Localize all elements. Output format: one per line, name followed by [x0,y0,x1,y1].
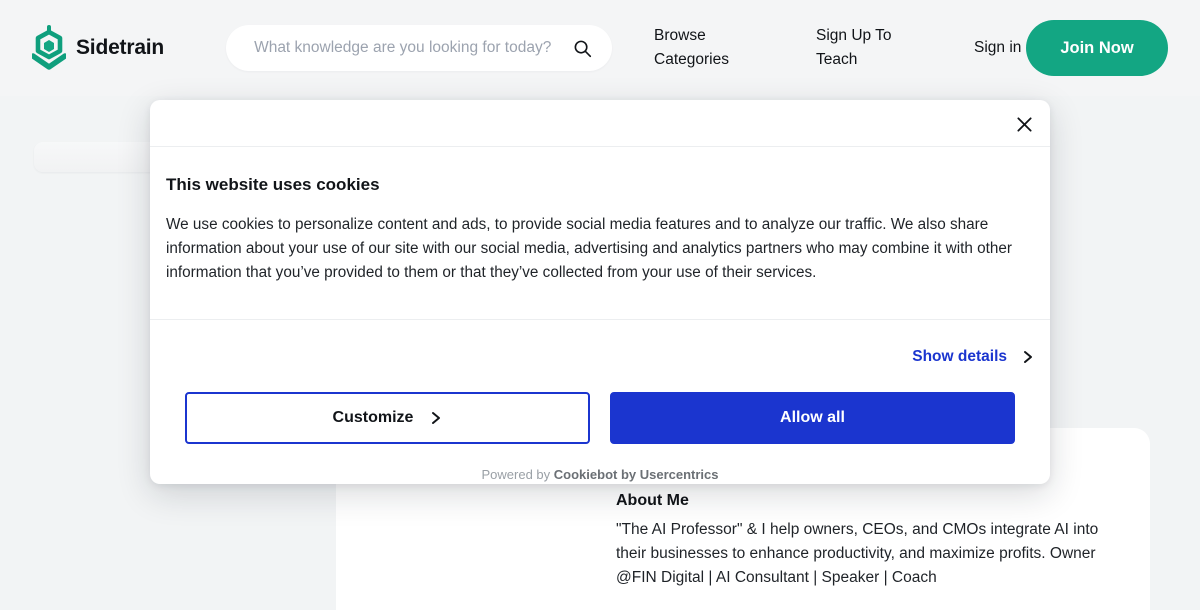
show-details-row: Show details [166,342,1034,372]
cookie-dialog-title: This website uses cookies [166,175,380,194]
cookie-dialog-description: We use cookies to personalize content an… [166,216,1012,281]
chevron-right-icon [432,412,441,424]
customize-label: Customize [332,409,414,426]
powered-by-brand: Cookiebot by Usercentrics [553,467,719,482]
chevron-right-icon [1024,351,1032,363]
powered-by-prefix: Powered by [481,467,551,482]
cookie-dialog-button-row: Customize Allow all [166,392,1034,444]
cookie-dialog-actions: Show details Customize Allow all Powered… [150,320,1050,484]
close-icon [1016,116,1032,132]
powered-by[interactable]: Powered by Cookiebot by Usercentrics [166,466,1034,484]
show-details-button[interactable]: Show details [912,342,1034,372]
close-button[interactable] [1008,108,1040,140]
cookie-consent-dialog: This website uses cookies We use cookies… [150,100,1050,484]
show-details-label: Show details [912,348,1007,365]
cookie-dialog-body: This website uses cookies We use cookies… [150,147,1050,319]
customize-button[interactable]: Customize [185,392,590,444]
allow-all-label: Allow all [780,409,845,426]
allow-all-button[interactable]: Allow all [610,392,1015,444]
cookie-dialog-header [150,100,1050,147]
